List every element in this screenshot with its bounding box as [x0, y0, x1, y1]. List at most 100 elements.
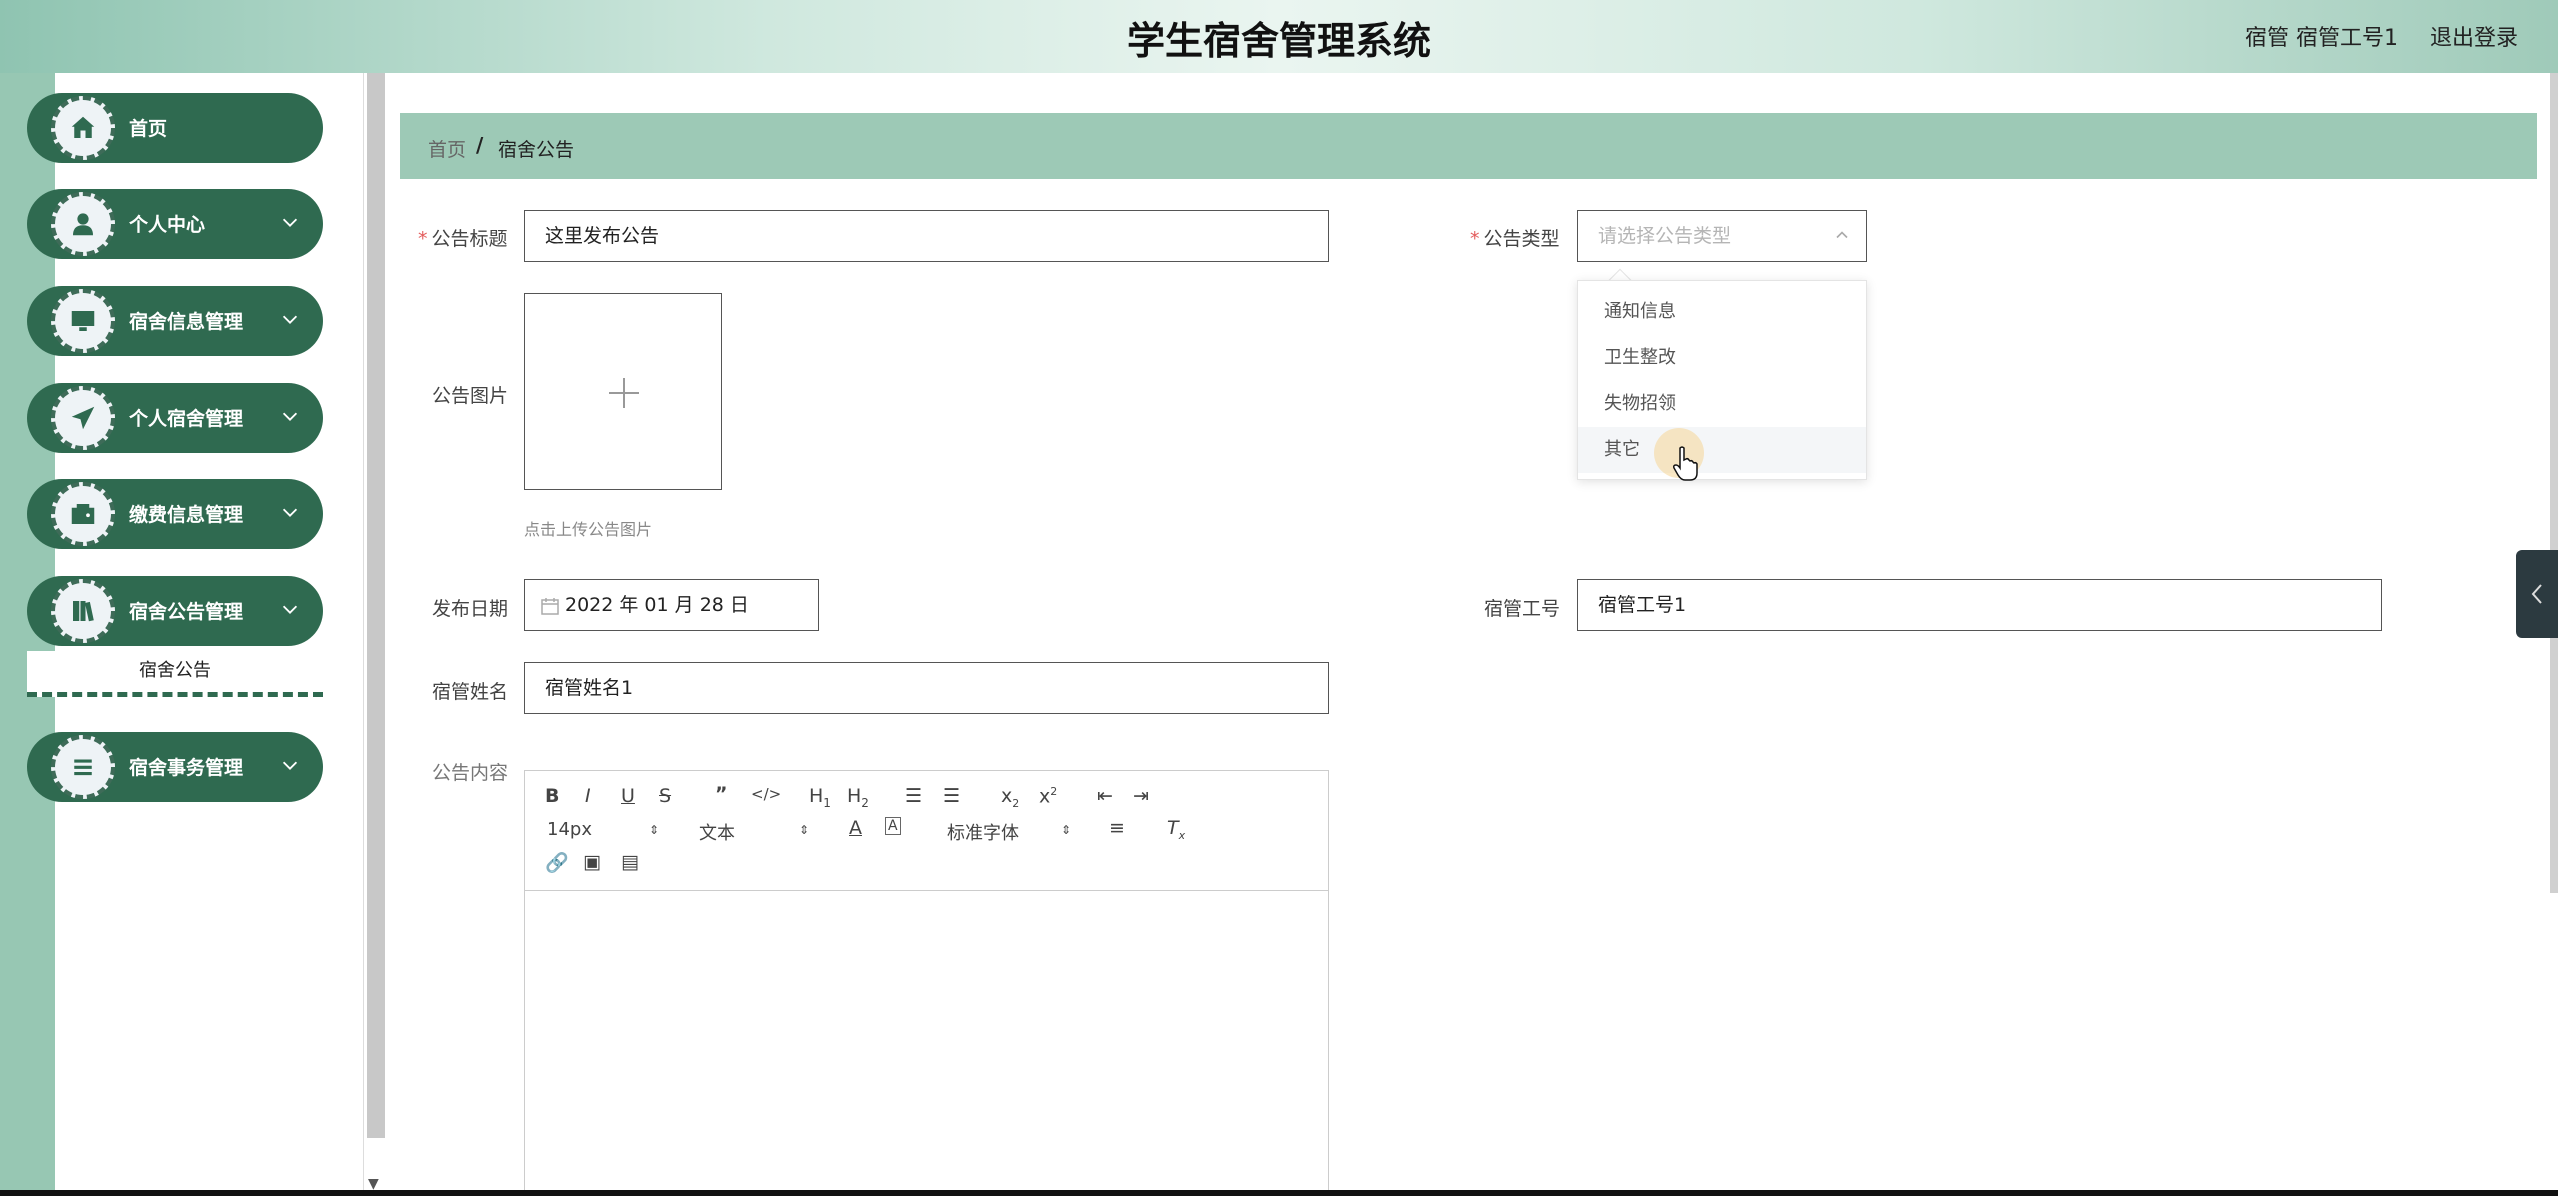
- date-value: 2022 年 01 月 28 日: [565, 594, 749, 616]
- content-label: 公告内容: [432, 762, 509, 784]
- ordered-list-icon[interactable]: ☰: [905, 785, 922, 807]
- sidebar: 首页 个人中心 宿舍信息管理 个人宿舍管理 缴费信息管理 宿舍公告管理 宿舍公告…: [27, 73, 363, 1196]
- book-icon: [73, 601, 94, 622]
- plus-icon: [609, 378, 639, 408]
- type-select[interactable]: 请选择公告类型: [1577, 210, 1867, 262]
- sidebar-item-dorm-info[interactable]: 宿舍信息管理: [27, 286, 323, 356]
- background-color-icon[interactable]: A: [885, 817, 901, 835]
- bold-icon[interactable]: B: [545, 785, 559, 807]
- sidebar-item-label: 宿舍公告管理: [129, 601, 244, 623]
- app-title: 学生宿舍管理系统: [1126, 19, 1431, 63]
- menu-icon-badge: [51, 386, 115, 450]
- menu-icon-badge: [51, 579, 115, 643]
- breadcrumb: 首页 / 宿舍公告: [400, 113, 2537, 179]
- sidebar-item-dorm-affairs[interactable]: 宿舍事务管理: [27, 732, 323, 802]
- h2-icon[interactable]: H2: [847, 785, 869, 810]
- paragraph-caret-icon: ⇕: [799, 823, 810, 837]
- sidebar-item-home[interactable]: 首页: [27, 93, 323, 163]
- user-icon: [73, 213, 93, 236]
- menu-icon-badge: [51, 96, 115, 160]
- side-panel-toggle[interactable]: [2516, 550, 2558, 638]
- hand-cursor-icon: [1673, 446, 1698, 481]
- image-upload-hint: 点击上传公告图片: [524, 520, 653, 539]
- font-color-icon[interactable]: A: [849, 817, 862, 839]
- outdent-icon[interactable]: ⇤: [1097, 785, 1113, 807]
- image-upload[interactable]: [524, 293, 722, 490]
- sidebar-item-label: 宿舍事务管理: [129, 757, 244, 779]
- chevron-down-icon: [282, 605, 298, 614]
- blockquote-icon[interactable]: ”: [715, 783, 728, 805]
- breadcrumb-separator: /: [476, 133, 484, 157]
- menu-icon-badge: [51, 289, 115, 353]
- type-dropdown-menu: 通知信息 卫生整改 失物招领 其它: [1577, 280, 1867, 480]
- sidebar-subitem-dorm-notice[interactable]: 宿舍公告: [27, 651, 323, 697]
- clear-format-icon[interactable]: Tx: [1167, 817, 1185, 842]
- chevron-left-icon: [2531, 584, 2542, 604]
- rich-text-editor[interactable]: B I U S ” </> H1 H2 ☰ ☰ x2 x2 ⇤ ⇥ 14px ⇕…: [524, 770, 1329, 1196]
- superscript-icon[interactable]: x2: [1039, 785, 1057, 807]
- chevron-down-icon: [282, 315, 298, 324]
- paragraph-select[interactable]: 文本: [699, 819, 735, 845]
- sidebar-item-label: 宿舍信息管理: [129, 311, 244, 333]
- main-scrollbar[interactable]: [2550, 73, 2558, 893]
- dropdown-option-other[interactable]: 其它: [1578, 427, 1866, 473]
- bullet-list-icon[interactable]: ☰: [943, 785, 960, 807]
- current-user: 宿管 宿管工号1: [2245, 26, 2398, 51]
- type-label: * 公告类型: [1470, 224, 1560, 251]
- monitor-icon: [71, 311, 95, 331]
- chevron-down-icon: [282, 218, 298, 227]
- breadcrumb-home[interactable]: 首页: [428, 135, 466, 162]
- sidebar-item-notice-management[interactable]: 宿舍公告管理: [27, 576, 323, 646]
- menu-icon-badge: [51, 192, 115, 256]
- chevron-up-icon: [1836, 231, 1848, 239]
- send-icon: [71, 406, 95, 430]
- subscript-icon[interactable]: x2: [1001, 785, 1019, 810]
- manager-name-label: 宿管姓名: [432, 681, 509, 703]
- manager-id-input[interactable]: 宿管工号1: [1577, 579, 2382, 631]
- logout-link[interactable]: 退出登录: [2430, 20, 2518, 52]
- image-label: 公告图片: [432, 385, 509, 407]
- indent-icon[interactable]: ⇥: [1133, 785, 1149, 807]
- breadcrumb-current: 宿舍公告: [498, 139, 575, 161]
- title-label-text: 公告标题: [431, 228, 508, 250]
- dropdown-option-hygiene[interactable]: 卫生整改: [1578, 335, 1866, 381]
- calendar-icon: [541, 598, 559, 615]
- menu-icon-badge: [51, 735, 115, 799]
- required-mark: *: [418, 228, 428, 250]
- date-label: 发布日期: [432, 598, 509, 620]
- editor-toolbar: B I U S ” </> H1 H2 ☰ ☰ x2 x2 ⇤ ⇥ 14px ⇕…: [525, 771, 1328, 891]
- dropdown-option-lost-found[interactable]: 失物招领: [1578, 381, 1866, 427]
- chevron-down-icon: [282, 508, 298, 517]
- font-size-select[interactable]: 14px: [547, 819, 592, 840]
- dropdown-option-notice[interactable]: 通知信息: [1578, 289, 1866, 335]
- font-family-select[interactable]: 标准字体: [947, 819, 1019, 845]
- sidebar-scrollbar-thumb[interactable]: [367, 73, 385, 1138]
- date-picker[interactable]: 2022 年 01 月 28 日: [524, 579, 819, 631]
- italic-icon[interactable]: I: [585, 785, 591, 807]
- type-select-placeholder: 请选择公告类型: [1598, 225, 1732, 247]
- code-icon[interactable]: </>: [751, 785, 781, 803]
- title-input[interactable]: 这里发布公告: [524, 210, 1329, 262]
- manager-name-input[interactable]: 宿管姓名1: [524, 662, 1329, 714]
- h1-icon[interactable]: H1: [809, 785, 831, 810]
- underline-icon[interactable]: U: [621, 785, 635, 807]
- sidebar-item-payment[interactable]: 缴费信息管理: [27, 479, 323, 549]
- list-icon: [74, 759, 92, 776]
- manager-id-label: 宿管工号: [1484, 598, 1561, 620]
- type-label-text: 公告类型: [1483, 228, 1560, 250]
- sidebar-item-label: 个人宿舍管理: [129, 408, 244, 430]
- sidebar-item-label: 缴费信息管理: [129, 504, 244, 526]
- required-mark: *: [1470, 228, 1480, 250]
- sidebar-item-personal-center[interactable]: 个人中心: [27, 189, 323, 259]
- align-icon[interactable]: ≡: [1109, 817, 1125, 839]
- bottom-edge: [0, 1190, 2558, 1196]
- app-header: 学生宿舍管理系统 宿管 宿管工号1 退出登录: [0, 0, 2558, 73]
- image-icon[interactable]: ▣: [583, 851, 601, 873]
- sidebar-item-personal-dorm[interactable]: 个人宿舍管理: [27, 383, 323, 453]
- video-icon[interactable]: ▤: [621, 851, 639, 873]
- link-icon[interactable]: 🔗: [545, 851, 569, 874]
- sidebar-item-label: 首页: [129, 118, 168, 140]
- font-family-caret-icon: ⇕: [1061, 823, 1072, 837]
- strike-icon[interactable]: S: [659, 785, 671, 807]
- font-size-caret-icon: ⇕: [649, 823, 660, 837]
